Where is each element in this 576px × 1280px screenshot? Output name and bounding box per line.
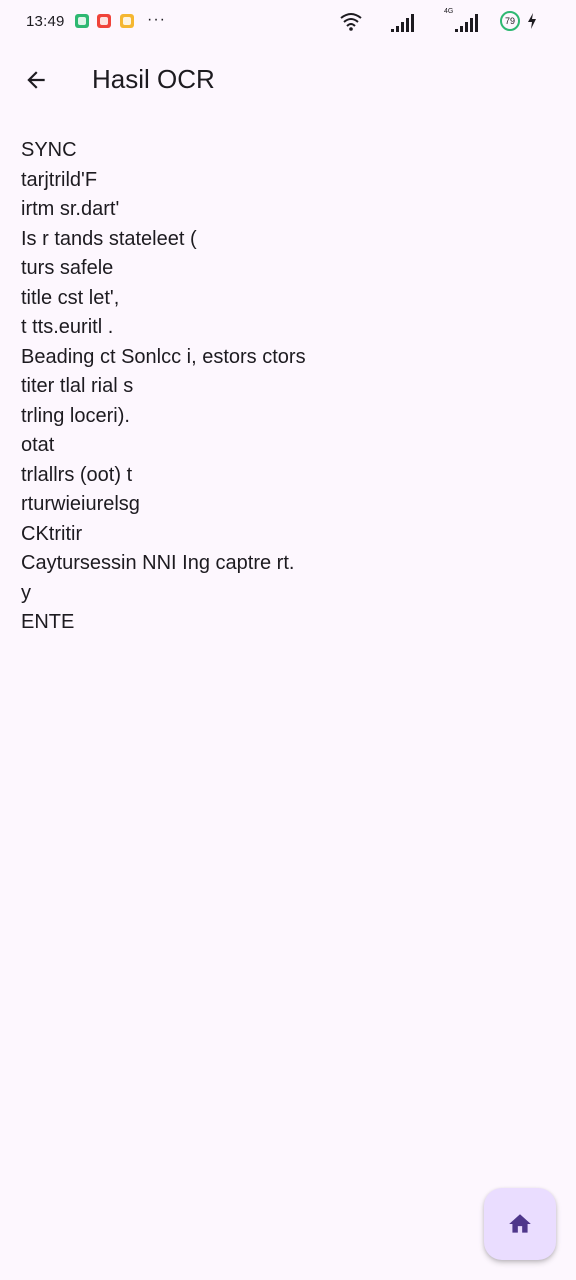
home-icon [509, 1214, 531, 1233]
ocr-line: trlallrs (oot) t [21, 463, 133, 486]
app-notification-icon [120, 14, 134, 28]
ocr-line: trling loceri). [21, 404, 130, 427]
ocr-line: rturwieiurelsg [21, 493, 140, 515]
back-button[interactable] [12, 56, 60, 104]
ocr-line: y [21, 581, 31, 604]
cell-signal-icon [455, 14, 478, 32]
app-notification-icon [97, 14, 111, 28]
cell-signal-icon [391, 14, 414, 32]
status-bar: 13:49 ··· 4G 79 [0, 0, 576, 46]
ocr-line: CKtritir [21, 522, 83, 545]
network-type-label: 4G [444, 8, 454, 15]
ocr-line: SYNC [21, 139, 77, 161]
ocr-line: Is r tands stateleet ( [21, 227, 197, 250]
ocr-line: ENTE [21, 611, 75, 633]
ocr-line: otat [21, 434, 55, 456]
wifi-icon [340, 13, 362, 31]
page-title: Hasil OCR [92, 64, 215, 94]
app-notification-icon [75, 14, 89, 28]
more-notifications-icon: ··· [147, 11, 166, 28]
ocr-result-text: SYNC tarjtrild'F irtm sr.dart' Is r tand… [21, 136, 551, 638]
ocr-line: irtm sr.dart' [21, 198, 120, 220]
arrow-back-icon [27, 71, 45, 89]
ocr-line: tarjtrild'F [21, 168, 98, 191]
ocr-line: Caytursessin NNI Ing captre rt. [21, 552, 295, 574]
ocr-line: turs safele [21, 257, 114, 279]
ocr-line: title cst let', [21, 286, 120, 309]
app-bar: Hasil OCR [0, 46, 576, 114]
status-time: 13:49 [26, 13, 65, 30]
ocr-line: Beading ct Sonlcc i, estors ctors [21, 345, 306, 368]
ocr-line: titer tlal rial s [21, 375, 134, 397]
battery-icon: 79 [500, 11, 520, 31]
ocr-line: t tts.euritl . [21, 316, 114, 338]
charging-icon [528, 13, 536, 29]
home-fab-button[interactable] [484, 1188, 556, 1260]
